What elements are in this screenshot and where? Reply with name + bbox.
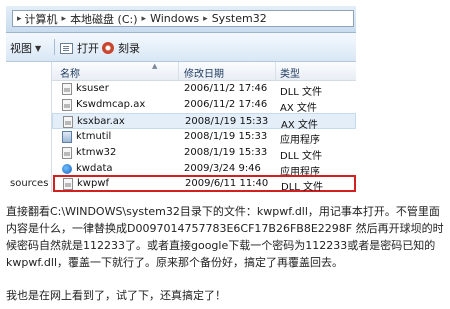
file-date: 2006/11/2 17:46 — [184, 83, 268, 94]
open-button[interactable]: 打开 — [60, 40, 99, 56]
file-type: 应用程序 — [280, 135, 320, 146]
breadcrumb: ▸ 计算机 ▸ 本地磁盘 (C:) ▸ Windows ▸ System32 — [17, 11, 267, 26]
file-type: AX 文件 — [280, 103, 317, 114]
sort-caret-icon: ▲ — [152, 62, 158, 70]
chevron-right-icon[interactable]: ▸ — [62, 14, 67, 24]
file-type: DLL 文件 — [280, 87, 323, 98]
file-date: 2008/1/19 15:33 — [184, 147, 268, 158]
column-date[interactable]: 修改日期 — [184, 65, 224, 80]
column-type[interactable]: 类型 — [280, 65, 300, 80]
file-name: ktmw32 — [76, 147, 117, 158]
file-row[interactable]: Kswdmcap.ax 2006/11/2 17:46 AX 文件 — [52, 97, 356, 114]
highlighted-file-row[interactable]: kwpwf 2009/6/11 11:40 DLL 文件 — [53, 175, 356, 192]
file-date: 2009/3/24 9:46 — [184, 163, 261, 174]
file-row[interactable]: ktmutil 2008/1/19 15:33 应用程序 — [52, 129, 356, 146]
file-row[interactable]: ktmw32 2008/1/19 15:33 DLL 文件 — [52, 145, 356, 162]
address-box[interactable]: ▸ 计算机 ▸ 本地磁盘 (C:) ▸ Windows ▸ System32 — [12, 10, 354, 27]
burn-label: 刻录 — [118, 42, 140, 55]
breadcrumb-system32[interactable]: System32 — [212, 12, 267, 25]
navpane-item-sources[interactable]: sources — [10, 178, 48, 189]
file-name: ksxbar.ax — [77, 116, 125, 127]
breadcrumb-computer[interactable]: 计算机 — [25, 11, 58, 27]
burn-disc-icon — [102, 42, 114, 54]
explorer-screenshot: ▸ 计算机 ▸ 本地磁盘 (C:) ▸ Windows ▸ System32 视… — [6, 6, 356, 192]
dll-file-icon — [62, 83, 72, 95]
burn-button[interactable]: 刻录 — [102, 40, 140, 56]
file-row-selected[interactable]: ksxbar.ax 2008/1/19 15:33 AX 文件 — [52, 113, 356, 131]
dll-file-icon — [62, 147, 72, 159]
address-bar: ▸ 计算机 ▸ 本地磁盘 (C:) ▸ Windows ▸ System32 — [6, 6, 356, 33]
navigation-pane[interactable]: sources — [6, 62, 52, 192]
file-date: 2008/1/19 15:33 — [185, 116, 269, 127]
file-name: Kswdmcap.ax — [76, 99, 146, 110]
file-name: ktmutil — [76, 131, 112, 142]
open-label: 打开 — [77, 42, 99, 55]
open-icon — [60, 42, 73, 54]
view-button[interactable]: 视图 ▼ — [10, 40, 41, 56]
ax-file-icon — [63, 116, 73, 128]
kwdata-app-icon — [62, 164, 72, 174]
command-toolbar: 视图 ▼ 打开 刻录 — [6, 33, 356, 62]
file-date: 2006/11/2 17:46 — [184, 99, 268, 110]
article-paragraph: 直接翻看C:\WINDOWS\system32目录下的文件：kwpwf.dll，… — [6, 205, 444, 269]
ax-file-icon — [62, 99, 72, 111]
file-name: kwpwf — [77, 178, 110, 189]
file-name: kwdata — [76, 163, 113, 174]
file-date: 2009/6/11 11:40 — [185, 178, 269, 189]
application-icon — [62, 131, 72, 143]
chevron-right-icon[interactable]: ▸ — [142, 14, 147, 24]
view-label: 视图 — [10, 42, 32, 55]
chevron-right-icon[interactable]: ▸ — [203, 14, 208, 24]
toolbar-divider — [54, 39, 55, 55]
breadcrumb-local-disk[interactable]: 本地磁盘 (C:) — [70, 11, 137, 27]
breadcrumb-arrow-icon[interactable]: ▸ — [17, 14, 22, 24]
file-type: DLL 文件 — [281, 182, 324, 192]
chevron-down-icon: ▼ — [35, 43, 42, 53]
file-type: DLL 文件 — [280, 151, 323, 162]
file-name: ksuser — [76, 83, 109, 94]
file-date: 2008/1/19 15:33 — [184, 131, 268, 142]
article-paragraph: 我也是在网上看到了，试了下，还真搞定了！ — [6, 289, 226, 302]
column-header: 名称 ▲ 修改日期 类型 — [52, 62, 356, 81]
breadcrumb-windows[interactable]: Windows — [150, 12, 199, 25]
dll-file-icon — [63, 178, 73, 190]
file-row[interactable]: ksuser 2006/11/2 17:46 DLL 文件 — [52, 81, 356, 98]
column-name[interactable]: 名称 — [60, 65, 80, 80]
column-divider[interactable] — [275, 62, 276, 80]
column-divider[interactable] — [178, 62, 179, 80]
